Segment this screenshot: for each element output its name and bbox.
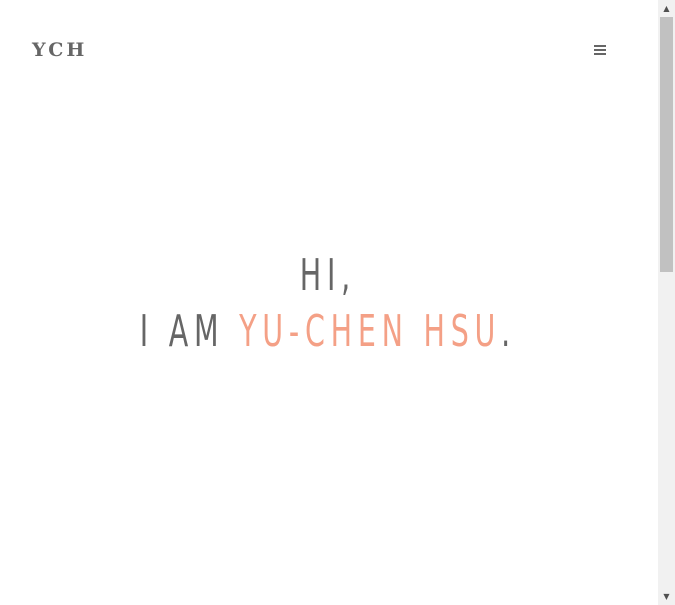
page-content: YCH Hi, I am Yu-Chen Hsu. <box>0 0 658 605</box>
browser-viewport: YCH Hi, I am Yu-Chen Hsu. ▲ ▼ <box>0 0 675 605</box>
vertical-scrollbar[interactable]: ▲ ▼ <box>658 0 675 605</box>
site-logo[interactable]: YCH <box>32 38 87 62</box>
scroll-up-arrow-icon[interactable]: ▲ <box>658 0 675 17</box>
hero-line-hi: Hi, <box>299 250 356 301</box>
hero-prefix: I am <box>139 306 240 357</box>
menu-bar-bottom <box>594 53 606 55</box>
menu-bar-middle <box>594 49 606 51</box>
hero-line-intro: I am Yu-Chen Hsu. <box>91 304 565 360</box>
menu-bar-top <box>594 45 606 47</box>
hero-greeting: Hi, I am Yu-Chen Hsu. <box>91 248 565 360</box>
hero-period: . <box>501 306 517 357</box>
scroll-down-arrow-icon[interactable]: ▼ <box>658 588 675 605</box>
hero-name: Yu-Chen Hsu <box>239 306 502 357</box>
scrollbar-thumb[interactable] <box>660 17 673 272</box>
hamburger-menu-icon[interactable] <box>591 41 609 59</box>
